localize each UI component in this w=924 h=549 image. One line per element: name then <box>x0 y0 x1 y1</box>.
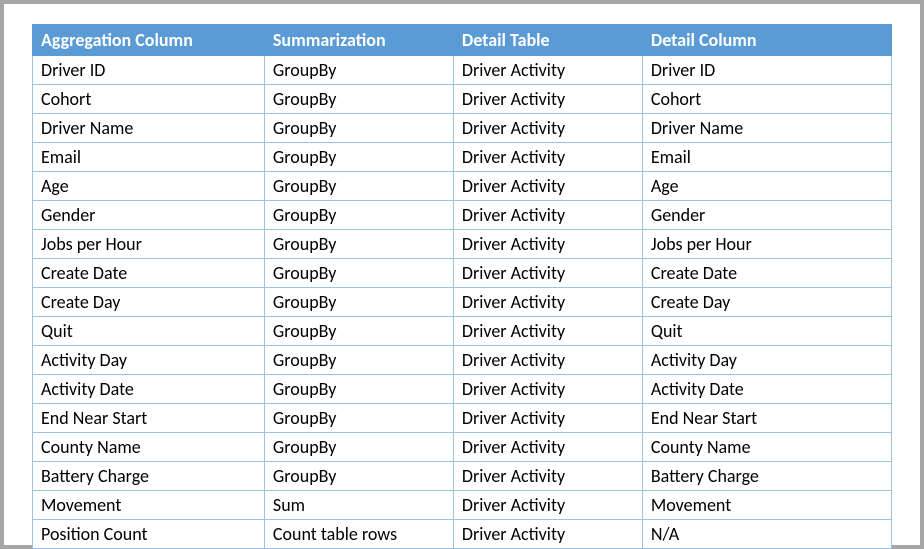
header-summarization: Summarization <box>264 25 453 56</box>
cell-aggregation-column: Quit <box>33 317 265 346</box>
cell-detail-table: Driver Activity <box>453 288 642 317</box>
cell-detail-column: Email <box>642 143 891 172</box>
cell-aggregation-column: Cohort <box>33 85 265 114</box>
cell-detail-column: Gender <box>642 201 891 230</box>
cell-aggregation-column: Create Day <box>33 288 265 317</box>
table-row: End Near StartGroupByDriver ActivityEnd … <box>33 404 892 433</box>
cell-summarization: GroupBy <box>264 462 453 491</box>
cell-summarization: GroupBy <box>264 404 453 433</box>
cell-aggregation-column: End Near Start <box>33 404 265 433</box>
cell-aggregation-column: County Name <box>33 433 265 462</box>
cell-summarization: GroupBy <box>264 433 453 462</box>
cell-detail-table: Driver Activity <box>453 259 642 288</box>
header-aggregation-column: Aggregation Column <box>33 25 265 56</box>
table-body: Driver IDGroupByDriver ActivityDriver ID… <box>33 56 892 549</box>
cell-summarization: GroupBy <box>264 375 453 404</box>
cell-detail-column: Cohort <box>642 85 891 114</box>
cell-detail-table: Driver Activity <box>453 114 642 143</box>
cell-aggregation-column: Activity Date <box>33 375 265 404</box>
cell-detail-table: Driver Activity <box>453 346 642 375</box>
cell-aggregation-column: Driver ID <box>33 56 265 85</box>
cell-detail-column: Activity Day <box>642 346 891 375</box>
cell-detail-table: Driver Activity <box>453 404 642 433</box>
cell-summarization: GroupBy <box>264 56 453 85</box>
cell-aggregation-column: Jobs per Hour <box>33 230 265 259</box>
cell-summarization: Count table rows <box>264 520 453 549</box>
cell-detail-table: Driver Activity <box>453 201 642 230</box>
cell-summarization: GroupBy <box>264 230 453 259</box>
table-row: Activity DateGroupByDriver ActivityActiv… <box>33 375 892 404</box>
cell-detail-column: Battery Charge <box>642 462 891 491</box>
header-detail-table: Detail Table <box>453 25 642 56</box>
cell-detail-table: Driver Activity <box>453 85 642 114</box>
table-row: MovementSumDriver ActivityMovement <box>33 491 892 520</box>
cell-detail-column: Jobs per Hour <box>642 230 891 259</box>
table-row: County NameGroupByDriver ActivityCounty … <box>33 433 892 462</box>
cell-detail-column: Activity Date <box>642 375 891 404</box>
cell-detail-table: Driver Activity <box>453 172 642 201</box>
table-row: Jobs per HourGroupByDriver ActivityJobs … <box>33 230 892 259</box>
cell-aggregation-column: Gender <box>33 201 265 230</box>
cell-detail-column: N/A <box>642 520 891 549</box>
cell-aggregation-column: Position Count <box>33 520 265 549</box>
table-row: Driver IDGroupByDriver ActivityDriver ID <box>33 56 892 85</box>
table-row: Battery ChargeGroupByDriver ActivityBatt… <box>33 462 892 491</box>
cell-detail-column: End Near Start <box>642 404 891 433</box>
cell-summarization: GroupBy <box>264 85 453 114</box>
cell-aggregation-column: Battery Charge <box>33 462 265 491</box>
cell-detail-table: Driver Activity <box>453 433 642 462</box>
table-row: Activity DayGroupByDriver ActivityActivi… <box>33 346 892 375</box>
table-row: AgeGroupByDriver ActivityAge <box>33 172 892 201</box>
cell-aggregation-column: Age <box>33 172 265 201</box>
header-detail-column: Detail Column <box>642 25 891 56</box>
table-row: GenderGroupByDriver ActivityGender <box>33 201 892 230</box>
cell-detail-column: Driver ID <box>642 56 891 85</box>
table-row: EmailGroupByDriver ActivityEmail <box>33 143 892 172</box>
cell-aggregation-column: Email <box>33 143 265 172</box>
table-row: Create DateGroupByDriver ActivityCreate … <box>33 259 892 288</box>
cell-detail-column: Create Date <box>642 259 891 288</box>
cell-summarization: GroupBy <box>264 172 453 201</box>
cell-summarization: GroupBy <box>264 317 453 346</box>
cell-detail-table: Driver Activity <box>453 375 642 404</box>
aggregation-table: Aggregation Column Summarization Detail … <box>32 24 892 549</box>
cell-detail-table: Driver Activity <box>453 520 642 549</box>
cell-detail-column: Quit <box>642 317 891 346</box>
cell-detail-table: Driver Activity <box>453 56 642 85</box>
cell-detail-table: Driver Activity <box>453 230 642 259</box>
cell-detail-column: County Name <box>642 433 891 462</box>
table-row: CohortGroupByDriver ActivityCohort <box>33 85 892 114</box>
cell-detail-table: Driver Activity <box>453 143 642 172</box>
cell-summarization: GroupBy <box>264 259 453 288</box>
table-row: Create DayGroupByDriver ActivityCreate D… <box>33 288 892 317</box>
cell-summarization: GroupBy <box>264 143 453 172</box>
cell-summarization: Sum <box>264 491 453 520</box>
cell-detail-column: Driver Name <box>642 114 891 143</box>
cell-summarization: GroupBy <box>264 346 453 375</box>
cell-detail-column: Movement <box>642 491 891 520</box>
table-row: Driver NameGroupByDriver ActivityDriver … <box>33 114 892 143</box>
cell-summarization: GroupBy <box>264 201 453 230</box>
cell-aggregation-column: Movement <box>33 491 265 520</box>
table-row: Position CountCount table rowsDriver Act… <box>33 520 892 549</box>
cell-summarization: GroupBy <box>264 114 453 143</box>
cell-detail-table: Driver Activity <box>453 462 642 491</box>
cell-summarization: GroupBy <box>264 288 453 317</box>
cell-detail-table: Driver Activity <box>453 491 642 520</box>
cell-aggregation-column: Driver Name <box>33 114 265 143</box>
table-row: QuitGroupByDriver ActivityQuit <box>33 317 892 346</box>
cell-detail-column: Age <box>642 172 891 201</box>
table-header: Aggregation Column Summarization Detail … <box>33 25 892 56</box>
cell-detail-table: Driver Activity <box>453 317 642 346</box>
cell-aggregation-column: Activity Day <box>33 346 265 375</box>
cell-aggregation-column: Create Date <box>33 259 265 288</box>
cell-detail-column: Create Day <box>642 288 891 317</box>
